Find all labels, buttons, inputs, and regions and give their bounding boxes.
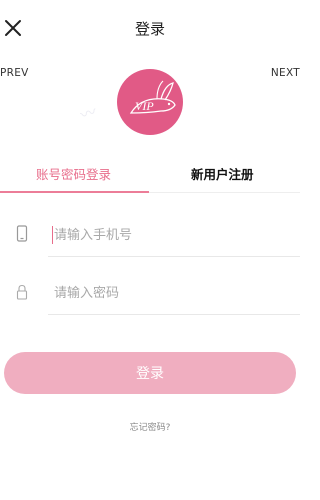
page-title: 登录 [134, 19, 165, 38]
logo-text: VIP [135, 99, 154, 113]
phone-icon [16, 225, 28, 242]
rabbit-logo-icon: VIP [129, 80, 176, 114]
tab-divider [149, 192, 300, 193]
active-tab-indicator [0, 191, 149, 193]
phone-field-row [0, 213, 300, 257]
password-field-row [0, 271, 300, 315]
login-page: 〰 登录 PREV NEXT VIP 账号密码登录 新用户注册 请输入手机号 登… [0, 0, 300, 500]
header-bar: 登录 [0, 0, 300, 56]
close-icon [5, 20, 21, 36]
login-button[interactable]: 登录 [4, 352, 296, 394]
password-underline [48, 314, 300, 315]
tab-password-login[interactable]: 账号密码登录 [36, 164, 111, 183]
phone-underline [48, 256, 300, 257]
forgot-password-link[interactable]: 忘记密码? [0, 420, 300, 433]
text-cursor [52, 226, 53, 244]
login-tabs: 账号密码登录 新用户注册 [0, 164, 300, 194]
close-button[interactable] [2, 17, 24, 39]
watermark: 〰 [77, 101, 100, 125]
password-input[interactable] [50, 279, 284, 307]
vip-logo: VIP [117, 69, 183, 135]
lock-icon [16, 284, 28, 300]
phone-input[interactable] [50, 221, 284, 249]
next-button[interactable]: NEXT [264, 62, 300, 84]
tab-new-user-register[interactable]: 新用户注册 [191, 164, 254, 183]
prev-button[interactable]: PREV [0, 62, 32, 84]
